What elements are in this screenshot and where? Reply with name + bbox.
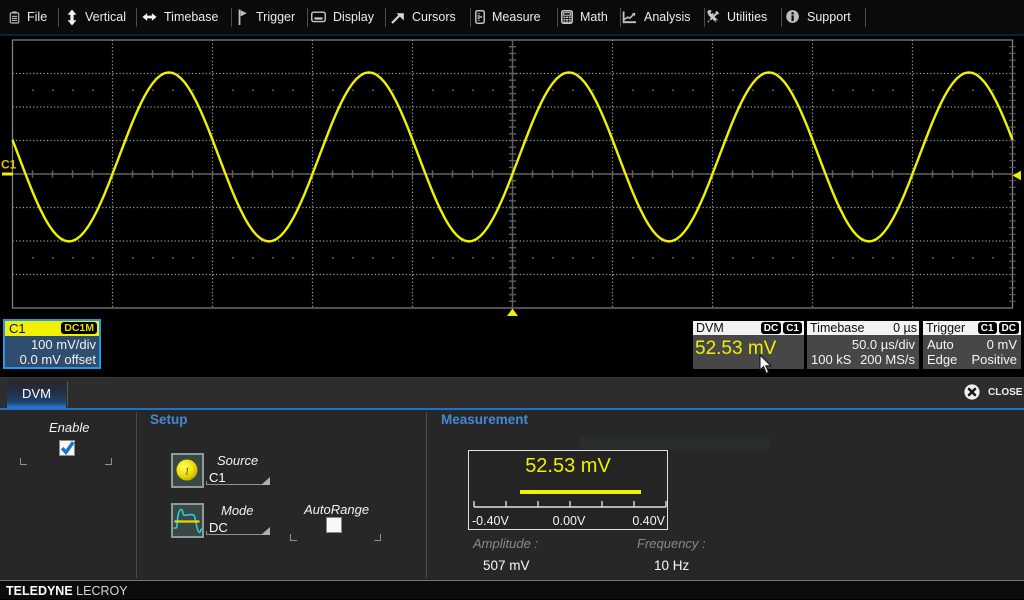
svg-text:0.40V: 0.40V [632,514,665,528]
svg-text:0.00V: 0.00V [553,514,586,528]
svg-text:1: 1 [184,466,190,478]
svg-text:C1: C1 [1,158,17,172]
svg-text:-0.40V: -0.40V [472,514,509,528]
